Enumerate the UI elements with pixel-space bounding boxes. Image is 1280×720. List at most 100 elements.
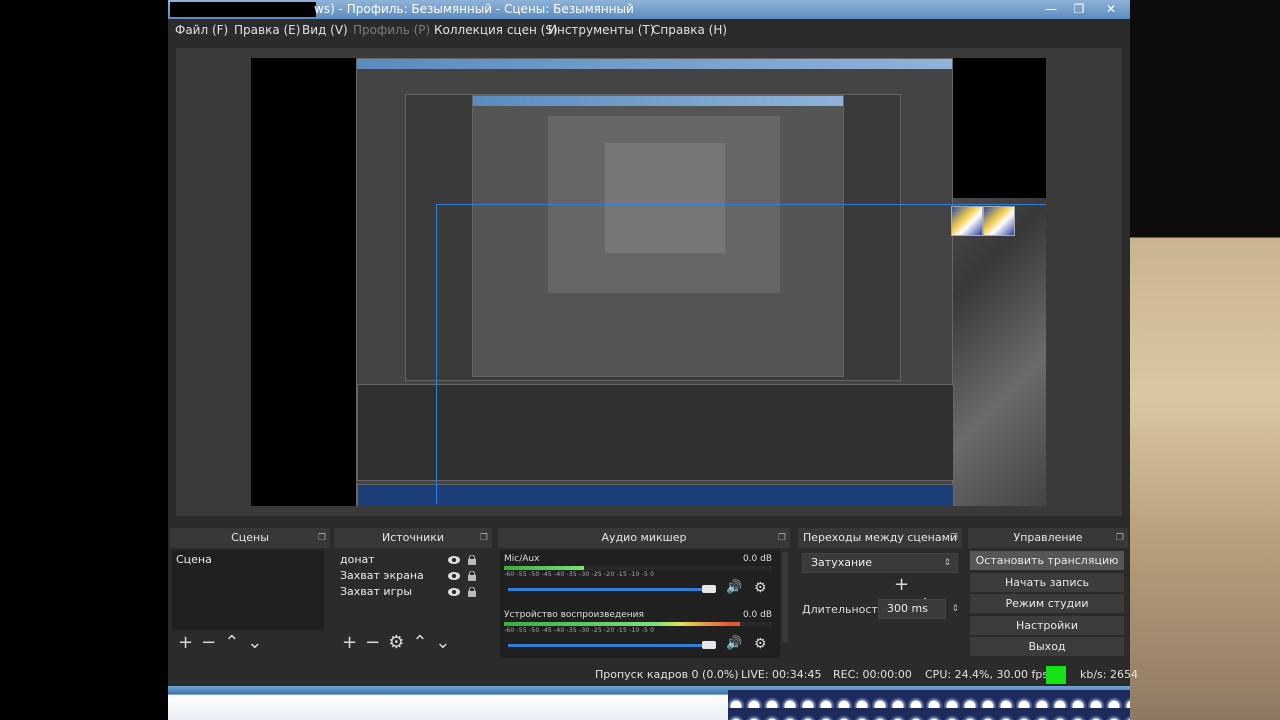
meter-scale: -60 -55 -50 -45 -40 -35 -30 -25 -20 -15 …: [504, 627, 655, 634]
source-label: донат: [340, 553, 375, 566]
rec-timer: REC: 00:00:00: [833, 668, 912, 681]
desktop-wallpaper: [1130, 0, 1280, 720]
dock-float-icon[interactable]: ❐: [950, 528, 958, 548]
scenes-title: Сцены: [231, 531, 269, 544]
transition-select[interactable]: Затухание ⇕: [802, 553, 958, 573]
studio-mode-button[interactable]: Режим студии: [970, 594, 1124, 613]
start-recording-button[interactable]: Начать запись: [970, 573, 1124, 592]
dock-float-icon[interactable]: ❐: [318, 528, 326, 548]
desktop-bottom-strip: [168, 686, 1130, 720]
audio-mixer-dock: Аудио микшер ❐ Mic/Aux 0.0 dB -60 -55 -50…: [498, 528, 790, 660]
volume-meter: [504, 566, 772, 570]
eye-icon[interactable]: [448, 586, 460, 596]
duration-value: 300 ms: [887, 602, 928, 615]
scene-item[interactable]: Сцена: [172, 552, 324, 568]
menu-file[interactable]: Файл (F): [175, 23, 228, 37]
stop-streaming-button[interactable]: Остановить трансляцию: [970, 551, 1124, 570]
stream-health-indicator: [1046, 666, 1066, 684]
transitions-dock: Переходы между сценами❐ Затухание ⇕ +−⚙ …: [798, 528, 962, 660]
exit-button[interactable]: Выход: [970, 637, 1124, 656]
mixer-title: Аудио микшер: [601, 531, 687, 544]
speaker-icon[interactable]: 🔊: [726, 636, 742, 651]
dock-float-icon[interactable]: ❐: [1116, 528, 1124, 548]
scenes-list[interactable]: Сцена: [172, 550, 324, 630]
mixer-panel: Mic/Aux 0.0 dB -60 -55 -50 -45 -40 -35 -…: [500, 550, 780, 658]
window-title: ws) - Профиль: Безымянный - Сцены: Безым…: [314, 2, 634, 16]
chevron-updown-icon: ⇕: [943, 558, 951, 568]
minimize-button[interactable]: —: [1038, 0, 1064, 18]
donation-image: [951, 206, 983, 236]
selection-outline: [436, 204, 1046, 205]
source-label: Захват игры: [340, 585, 413, 598]
duration-spinbox[interactable]: 300 ms ⇕: [878, 599, 959, 619]
spin-arrows-icon[interactable]: ⇕: [951, 600, 959, 618]
dropped-frames: Пропуск кадров 0 (0.0%): [595, 668, 739, 681]
add-source-icon[interactable]: +: [342, 632, 357, 653]
move-up-icon[interactable]: ⌃: [224, 632, 239, 653]
speaker-icon[interactable]: 🔊: [726, 580, 742, 595]
controls-dock: Управление ❐ Остановить трансляцию Начать…: [968, 528, 1128, 660]
nested-preview-1: [356, 58, 954, 506]
mixer-scrollbar[interactable]: [782, 552, 788, 642]
redacted-title-part: [170, 2, 316, 17]
source-item[interactable]: Захват экрана: [336, 568, 486, 584]
gear-icon[interactable]: ⚙: [754, 636, 767, 652]
menu-profile: Профиль (P): [353, 23, 431, 37]
volume-slider-handle[interactable]: [702, 585, 716, 593]
duration-label: Длительность: [802, 603, 885, 616]
close-button[interactable]: ✕: [1096, 0, 1126, 18]
source-item[interactable]: Захват игры: [336, 584, 486, 600]
donation-image-2: [983, 206, 1015, 236]
bitrate: kb/s: 2654: [1080, 668, 1138, 681]
scenes-dock: Сцены ❐ Сцена + − ⌃ ⌄: [170, 528, 330, 660]
preview-canvas[interactable]: [251, 58, 1046, 506]
transition-value: Затухание: [811, 556, 873, 569]
status-bar: Пропуск кадров 0 (0.0%) LIVE: 00:34:45 R…: [168, 664, 1138, 686]
settings-button[interactable]: Настройки: [970, 616, 1124, 635]
move-down-icon[interactable]: ⌄: [247, 632, 262, 653]
channel-name: Устройство воспроизведения: [504, 610, 644, 620]
menu-view[interactable]: Вид (V): [302, 23, 348, 37]
source-item[interactable]: донат: [336, 552, 486, 568]
gear-icon[interactable]: ⚙: [754, 580, 767, 596]
selection-outline-left: [436, 204, 437, 504]
volume-slider[interactable]: [508, 644, 708, 647]
lock-icon[interactable]: [468, 586, 476, 597]
channel-db: 0.0 dB: [742, 610, 772, 620]
menu-edit[interactable]: Правка (E): [234, 23, 300, 37]
controls-title: Управление: [1013, 531, 1083, 544]
eye-icon[interactable]: [448, 554, 460, 564]
preview-area: [176, 48, 1122, 516]
sources-dock: Источники ❐ донат Захват экрана Захват иг…: [334, 528, 492, 660]
move-down-icon[interactable]: ⌄: [435, 632, 450, 653]
channel-db: 0.0 dB: [742, 554, 772, 564]
volume-meter: [504, 622, 772, 626]
lock-icon[interactable]: [468, 570, 476, 581]
dock-float-icon[interactable]: ❐: [778, 528, 786, 548]
menu-tools[interactable]: Инструменты (T): [548, 23, 654, 37]
volume-slider[interactable]: [508, 588, 708, 591]
add-scene-icon[interactable]: +: [178, 632, 193, 653]
source-label: Захват экрана: [340, 569, 424, 582]
menu-help[interactable]: Справка (H): [652, 23, 727, 37]
sources-list[interactable]: донат Захват экрана Захват игры: [336, 550, 486, 630]
mixer-channel-desktop: Устройство воспроизведения 0.0 dB -60 -5…: [504, 610, 776, 660]
dock-float-icon[interactable]: ❐: [480, 528, 488, 548]
live-timer: LIVE: 00:34:45: [741, 668, 822, 681]
sources-toolbar: + − ⚙ ⌃ ⌄: [342, 632, 459, 653]
cpu-fps: CPU: 24.4%, 30.00 fps: [925, 668, 1049, 681]
eye-icon[interactable]: [448, 570, 460, 580]
meter-scale: -60 -55 -50 -45 -40 -35 -30 -25 -20 -15 …: [504, 571, 655, 578]
maximize-button[interactable]: ❐: [1066, 0, 1092, 18]
menu-scene-collection[interactable]: Коллекция сцен (S): [434, 23, 558, 37]
source-settings-icon[interactable]: ⚙: [388, 632, 404, 653]
add-transition-icon[interactable]: +: [894, 574, 909, 595]
channel-name: Mic/Aux: [504, 554, 540, 564]
remove-scene-icon[interactable]: −: [201, 632, 216, 653]
title-bar[interactable]: ws) - Профиль: Безымянный - Сцены: Безым…: [168, 0, 1130, 19]
lock-icon[interactable]: [468, 554, 476, 565]
remove-source-icon[interactable]: −: [365, 632, 380, 653]
move-up-icon[interactable]: ⌃: [412, 632, 427, 653]
volume-slider-handle[interactable]: [702, 641, 716, 649]
sources-title: Источники: [381, 531, 445, 544]
